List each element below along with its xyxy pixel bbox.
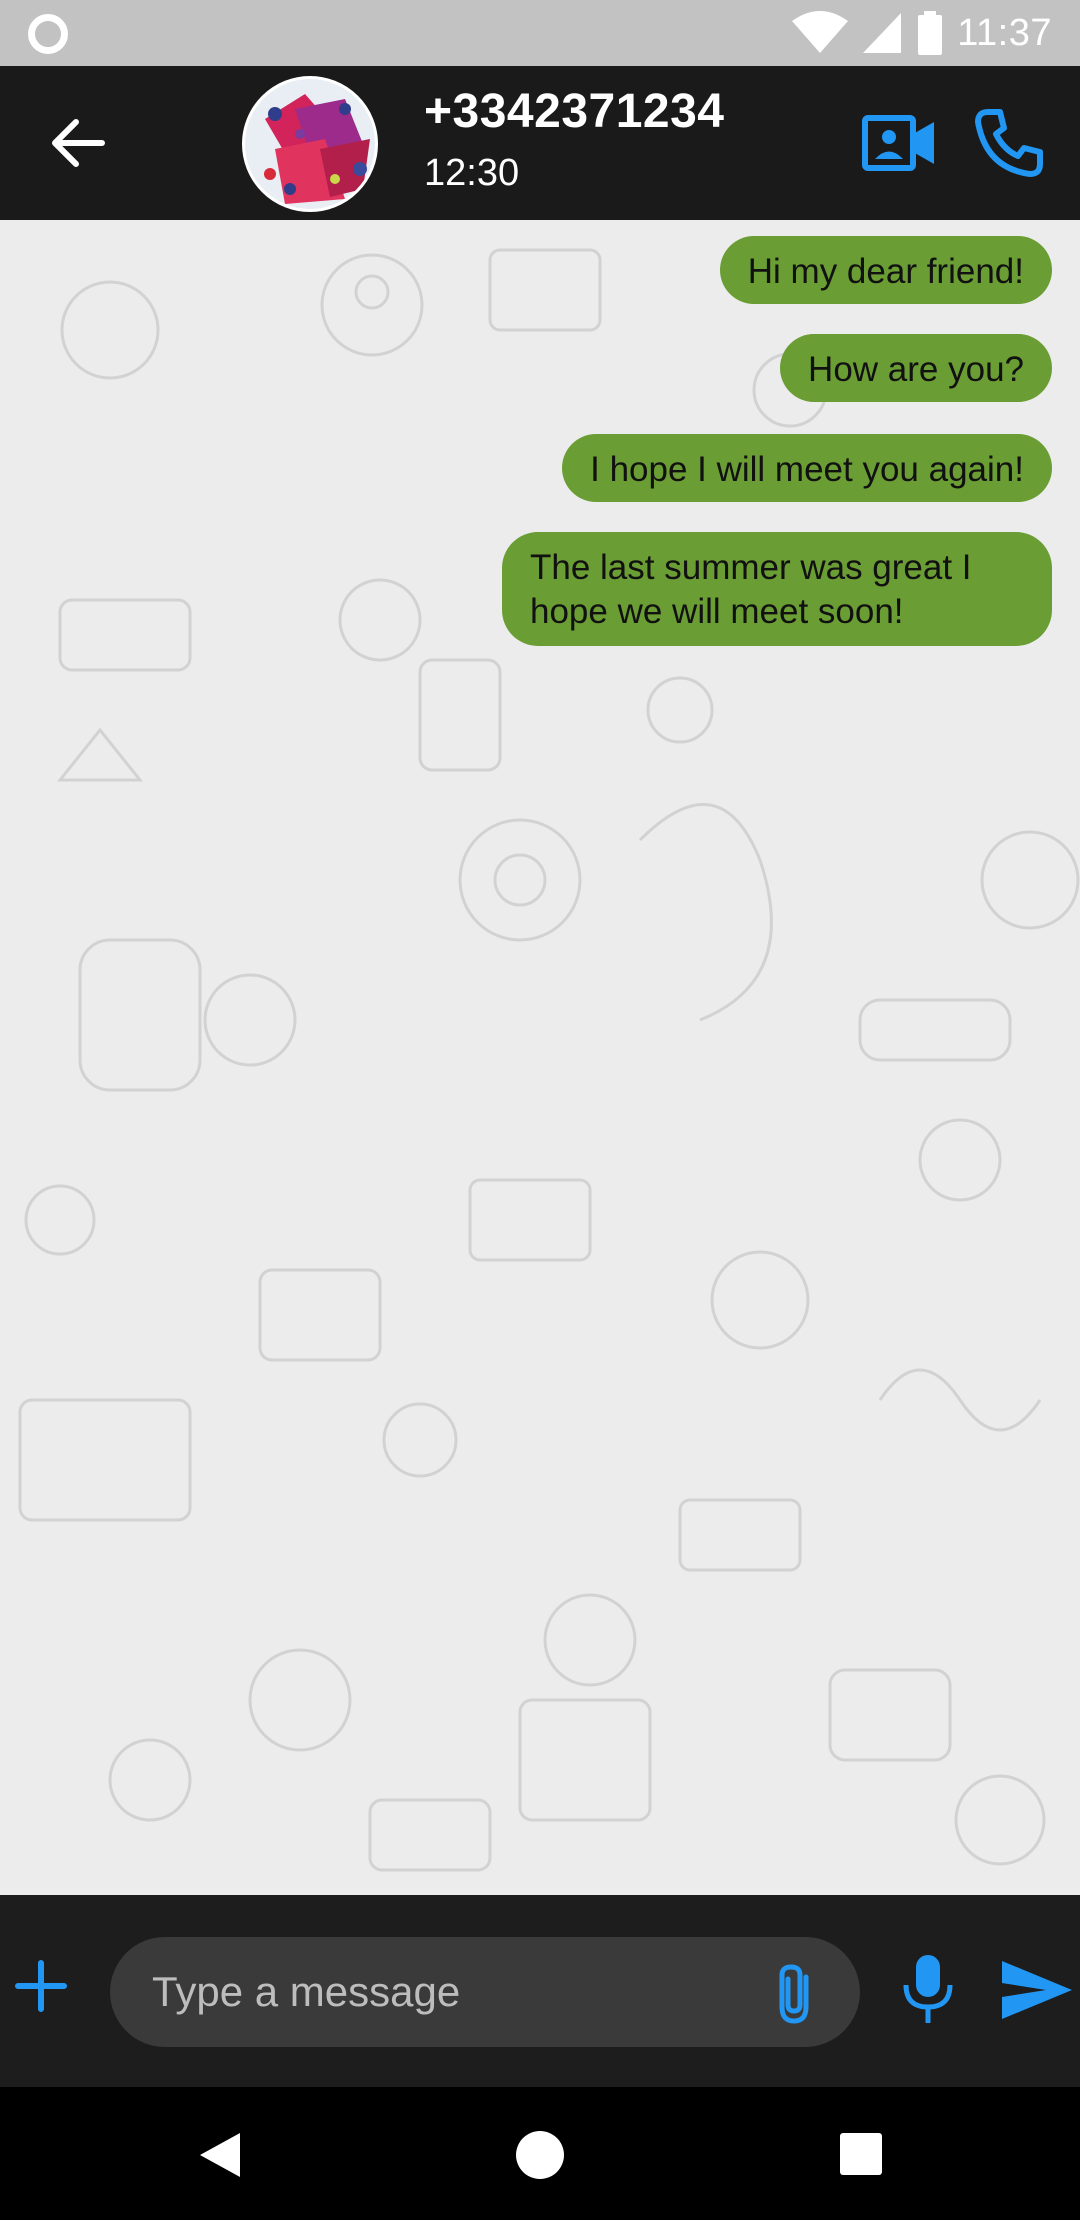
message-composer xyxy=(0,1895,1080,2087)
message-field[interactable] xyxy=(110,1937,860,2047)
message-bubble[interactable]: I hope I will meet you again! xyxy=(562,434,1052,502)
chat-area[interactable]: Hi my dear friend! How are you? I hope I… xyxy=(0,220,1080,1895)
phone-icon[interactable] xyxy=(974,108,1044,178)
status-icons: 11:37 xyxy=(791,10,1052,56)
send-icon[interactable] xyxy=(1000,1959,1074,2021)
signal-icon xyxy=(863,13,902,53)
nav-recents-icon[interactable] xyxy=(840,2133,882,2175)
message-text: Hi my dear friend! xyxy=(747,252,1024,291)
message-bubble[interactable]: Hi my dear friend! xyxy=(719,236,1052,304)
back-arrow-icon[interactable] xyxy=(50,118,106,168)
wifi-icon xyxy=(792,11,849,53)
message-text: How are you? xyxy=(808,350,1024,389)
contact-subtitle: 12:30 xyxy=(424,152,520,194)
contact-name: +3342371234 xyxy=(424,85,725,138)
notification-dot-icon xyxy=(28,14,68,54)
avatar[interactable] xyxy=(242,76,378,212)
battery-icon xyxy=(918,11,943,55)
chat-header: +3342371234 12:30 xyxy=(0,66,1080,220)
status-time: 11:37 xyxy=(957,11,1052,54)
status-bar: 11:37 xyxy=(0,0,1080,66)
message-bubble[interactable]: The last summer was great I hope we will… xyxy=(502,532,1052,646)
message-input[interactable] xyxy=(152,1959,732,2025)
nav-back-icon[interactable] xyxy=(198,2131,242,2179)
nav-home-icon[interactable] xyxy=(516,2131,564,2179)
attachment-icon[interactable] xyxy=(772,1963,820,2025)
system-nav-bar xyxy=(0,2087,1080,2220)
microphone-icon[interactable] xyxy=(902,1953,954,2025)
plus-icon[interactable] xyxy=(14,1959,68,2013)
message-bubble[interactable]: How are you? xyxy=(780,334,1052,402)
avatar-image xyxy=(245,79,375,209)
message-text: I hope I will meet you again! xyxy=(590,450,1024,489)
message-text: The last summer was great I hope we will… xyxy=(530,548,972,631)
video-call-icon[interactable] xyxy=(862,112,936,174)
